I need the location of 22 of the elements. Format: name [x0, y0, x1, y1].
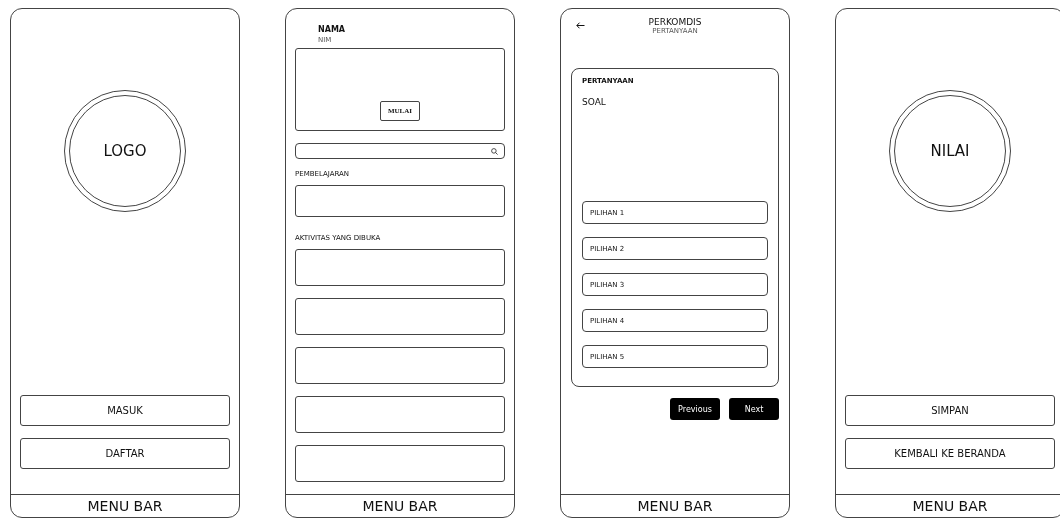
button[interactable]: DAFTAR — [20, 438, 230, 469]
activity-card[interactable] — [295, 298, 505, 335]
button[interactable]: KEMBALI KE BERANDA — [845, 438, 1055, 469]
activity-card[interactable] — [295, 249, 505, 286]
previous-button[interactable]: Previous — [670, 398, 720, 420]
learning-card[interactable] — [295, 185, 505, 217]
name-text: NAMA — [318, 25, 346, 34]
menu-bar[interactable]: MENU BAR — [561, 494, 789, 517]
search-icon — [491, 147, 498, 155]
activity-card[interactable] — [295, 396, 505, 433]
screen-title: PERKOMDIS — [647, 17, 703, 27]
question-text: SOAL — [582, 97, 607, 107]
activity-card[interactable] — [295, 445, 505, 482]
menu-bar[interactable]: MENU BAR — [836, 494, 1060, 517]
button[interactable]: MASUK — [20, 395, 230, 426]
button[interactable]: SIMPAN — [845, 395, 1055, 426]
activity-card[interactable] — [295, 347, 505, 384]
back-arrow-icon[interactable] — [576, 21, 585, 29]
menu-bar[interactable]: MENU BAR — [286, 494, 514, 517]
search-field[interactable] — [295, 143, 505, 159]
menu-bar[interactable]: MENU BAR — [11, 494, 239, 517]
next-button[interactable]: Next — [729, 398, 779, 420]
